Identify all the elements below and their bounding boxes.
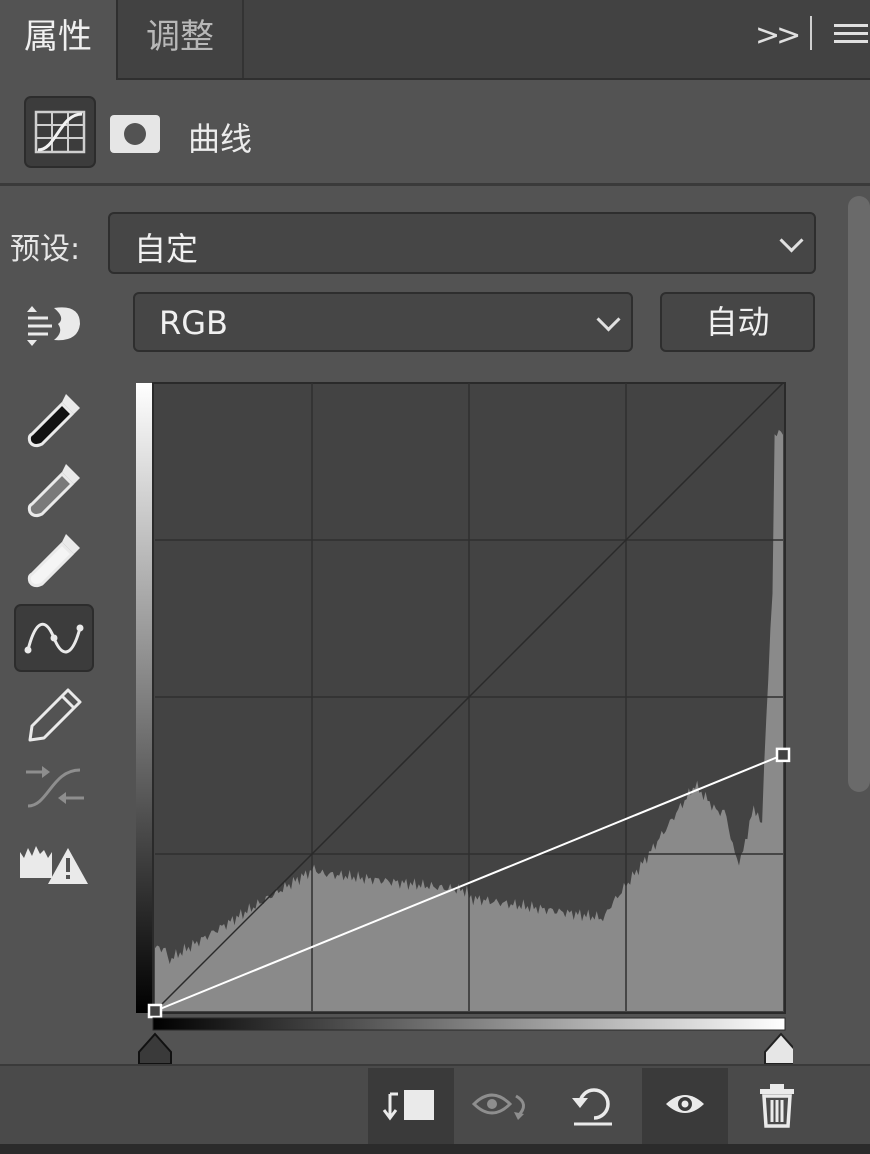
toggle-visibility-icon[interactable] xyxy=(642,1068,728,1144)
curves-adjustment-icon[interactable] xyxy=(24,96,96,168)
preset-value: 自定 xyxy=(134,230,199,268)
clipping-warning-icon[interactable] xyxy=(18,834,90,894)
curves-graph[interactable] xyxy=(133,380,793,1066)
chevron-down-icon xyxy=(596,307,621,332)
pencil-draw-icon[interactable] xyxy=(18,684,90,744)
curve-point-white[interactable] xyxy=(775,747,791,763)
white-point-eyedropper-icon[interactable] xyxy=(18,528,90,588)
black-point-eyedropper-icon[interactable] xyxy=(18,388,90,448)
collapse-panel-icon[interactable]: >> xyxy=(755,18,801,53)
channel-value: RGB xyxy=(159,304,228,342)
white-point-slider[interactable] xyxy=(764,1032,793,1065)
panel-menu-icon[interactable] xyxy=(834,24,868,48)
smooth-curve-icon[interactable] xyxy=(18,756,90,816)
black-point-slider[interactable] xyxy=(138,1032,172,1065)
auto-button[interactable]: 自动 xyxy=(660,292,815,352)
channel-dropdown[interactable]: RGB xyxy=(133,292,633,352)
layer-mask-icon[interactable] xyxy=(110,115,160,153)
bottom-toolbar xyxy=(0,1064,870,1146)
gray-point-eyedropper-icon[interactable] xyxy=(18,458,90,518)
tab-adjustments[interactable]: 调整 xyxy=(118,0,244,78)
delete-adjustment-icon[interactable] xyxy=(734,1068,820,1144)
panel-bottom-edge xyxy=(0,1144,870,1154)
input-gradient-bar xyxy=(152,1017,786,1031)
chevron-down-icon xyxy=(779,228,804,253)
scrollbar-thumb[interactable] xyxy=(848,196,870,792)
view-previous-state-icon[interactable] xyxy=(456,1068,542,1144)
clip-to-layer-icon[interactable] xyxy=(368,1068,454,1144)
reset-adjustments-icon[interactable] xyxy=(550,1068,636,1144)
preset-dropdown[interactable]: 自定 xyxy=(108,212,816,274)
output-gradient-bar xyxy=(136,383,153,1013)
panel-tab-bar: 属性 调整 >> xyxy=(0,0,870,80)
tab-separator xyxy=(810,16,812,50)
adjustment-title: 曲线 xyxy=(188,120,253,158)
curve-point-tool-icon[interactable] xyxy=(14,604,94,672)
on-image-adjust-icon[interactable] xyxy=(18,294,90,354)
tab-properties[interactable]: 属性 xyxy=(0,0,118,80)
curve-point-black[interactable] xyxy=(147,1003,163,1019)
preset-label: 预设: xyxy=(10,232,81,267)
header-divider xyxy=(0,183,870,186)
